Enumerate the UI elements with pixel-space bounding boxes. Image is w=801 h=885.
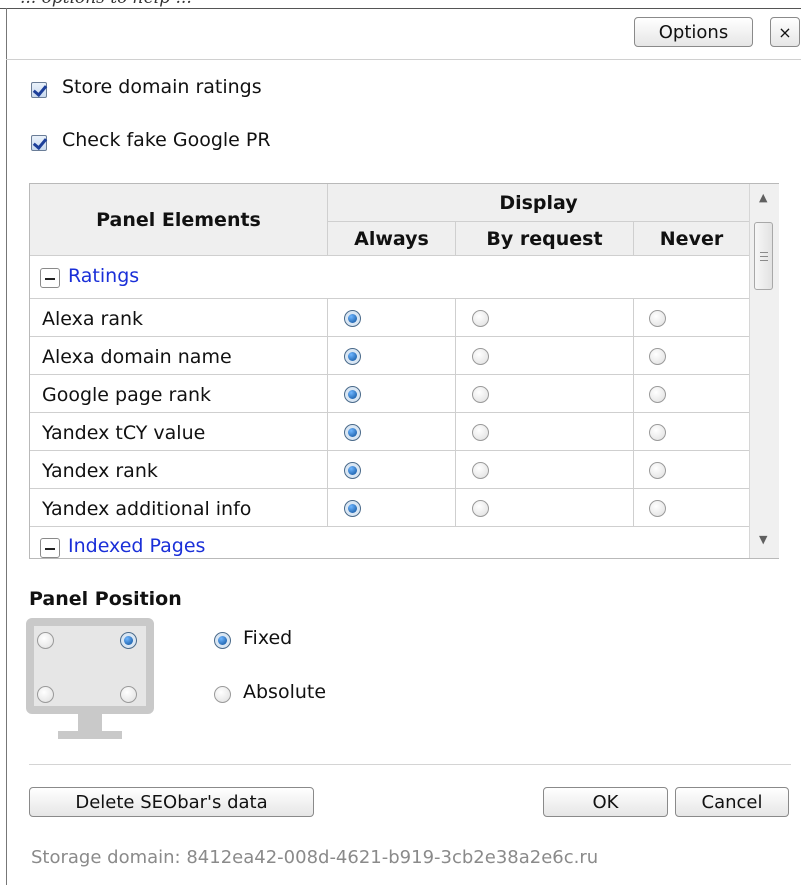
grid-line xyxy=(30,336,749,337)
header-divider xyxy=(6,59,801,60)
mode-radio-fixed[interactable] xyxy=(214,632,231,649)
grid-line xyxy=(328,221,749,222)
col-header-display: Display xyxy=(328,184,749,221)
corner-radio-top-left[interactable] xyxy=(37,632,54,649)
radio-never-google-page-rank[interactable] xyxy=(649,386,666,403)
grid-line xyxy=(455,299,456,527)
clipped-banner-text: ... options to help ... xyxy=(20,0,192,8)
cancel-label: Cancel xyxy=(701,791,763,813)
delete-data-label: Delete SEObar's data xyxy=(75,791,268,813)
radio-by-request-yandex-additional-info[interactable] xyxy=(472,500,489,517)
grid-line xyxy=(455,222,456,255)
radio-always-yandex-tcy-value[interactable] xyxy=(344,424,361,441)
col-header-by-request[interactable]: By request xyxy=(456,222,633,255)
radio-always-yandex-rank[interactable] xyxy=(344,462,361,479)
radio-never-alexa-domain-name[interactable] xyxy=(649,348,666,365)
mode-fixed-label[interactable]: Fixed xyxy=(243,627,292,649)
grid-line xyxy=(30,374,749,375)
grid-line xyxy=(30,412,749,413)
grid-line xyxy=(633,299,634,527)
row-label-alexa-domain-name: Alexa domain name xyxy=(42,346,232,368)
close-button[interactable]: × xyxy=(770,17,800,47)
thumb-grip xyxy=(760,252,768,253)
grid-line xyxy=(30,526,749,527)
col-header-panel-elements: Panel Elements xyxy=(30,184,327,255)
dialog-left-border xyxy=(6,8,7,885)
footer-divider xyxy=(29,764,791,765)
grid-line xyxy=(30,255,749,256)
corner-radio-bottom-right[interactable] xyxy=(120,686,137,703)
group-ratings-label[interactable]: Ratings xyxy=(68,265,139,287)
store-ratings-checkbox[interactable] xyxy=(31,82,47,98)
storage-domain-text: Storage domain: 8412ea42-008d-4621-b919-… xyxy=(31,847,599,868)
radio-by-request-alexa-domain-name[interactable] xyxy=(472,348,489,365)
radio-always-google-page-rank[interactable] xyxy=(344,386,361,403)
group-indexed-pages-label[interactable]: Indexed Pages xyxy=(68,535,205,558)
radio-always-alexa-domain-name[interactable] xyxy=(344,348,361,365)
grid-line xyxy=(327,184,328,255)
ok-button[interactable]: OK xyxy=(543,787,668,817)
store-ratings-label[interactable]: Store domain ratings xyxy=(62,76,262,98)
mode-absolute-label[interactable]: Absolute xyxy=(243,681,326,703)
grid-line xyxy=(30,298,749,299)
col-header-always[interactable]: Always xyxy=(328,222,455,255)
panel-position-title: Panel Position xyxy=(29,588,182,610)
row-label-google-page-rank: Google page rank xyxy=(42,384,212,406)
grid-line xyxy=(327,299,328,527)
scroll-thumb[interactable] xyxy=(754,222,773,290)
cancel-button[interactable]: Cancel xyxy=(675,787,789,817)
radio-always-yandex-additional-info[interactable] xyxy=(344,500,361,517)
grid-line xyxy=(633,222,634,255)
monitor-stand-neck xyxy=(78,714,102,732)
corner-radio-bottom-left[interactable] xyxy=(37,686,54,703)
close-icon: × xyxy=(778,22,792,42)
radio-by-request-yandex-rank[interactable] xyxy=(472,462,489,479)
corner-radio-top-right[interactable] xyxy=(120,632,137,649)
grid-line xyxy=(30,450,749,451)
row-label-yandex-additional-info: Yandex additional info xyxy=(42,498,252,520)
scroll-down-icon[interactable]: ▼ xyxy=(759,533,767,546)
collapse-indexed-pages-icon[interactable] xyxy=(40,538,60,558)
radio-never-yandex-additional-info[interactable] xyxy=(649,500,666,517)
clipped-top-banner: ... options to help ... xyxy=(0,0,801,9)
radio-always-alexa-rank[interactable] xyxy=(344,310,361,327)
fake-pr-checkbox[interactable] xyxy=(31,135,47,151)
radio-by-request-yandex-tcy-value[interactable] xyxy=(472,424,489,441)
options-button-label: Options xyxy=(658,21,729,43)
grid-line xyxy=(30,488,749,489)
ok-label: OK xyxy=(592,791,619,813)
mode-radio-absolute[interactable] xyxy=(214,686,231,703)
radio-never-yandex-tcy-value[interactable] xyxy=(649,424,666,441)
radio-never-yandex-rank[interactable] xyxy=(649,462,666,479)
row-label-alexa-rank: Alexa rank xyxy=(42,308,144,330)
thumb-grip xyxy=(760,256,768,257)
row-label-yandex-rank: Yandex rank xyxy=(42,460,158,482)
col-header-never[interactable]: Never xyxy=(634,222,749,255)
thumb-grip xyxy=(760,260,768,261)
delete-data-button[interactable]: Delete SEObar's data xyxy=(29,787,314,817)
radio-never-alexa-rank[interactable] xyxy=(649,310,666,327)
radio-by-request-alexa-rank[interactable] xyxy=(472,310,489,327)
collapse-ratings-icon[interactable] xyxy=(40,268,60,288)
fake-pr-label[interactable]: Check fake Google PR xyxy=(62,129,271,151)
row-label-yandex-tcy-value: Yandex tCY value xyxy=(42,422,206,444)
monitor-stand-base xyxy=(58,731,122,739)
scroll-up-icon[interactable]: ▲ xyxy=(759,191,767,204)
options-button[interactable]: Options xyxy=(634,17,753,47)
radio-by-request-google-page-rank[interactable] xyxy=(472,386,489,403)
